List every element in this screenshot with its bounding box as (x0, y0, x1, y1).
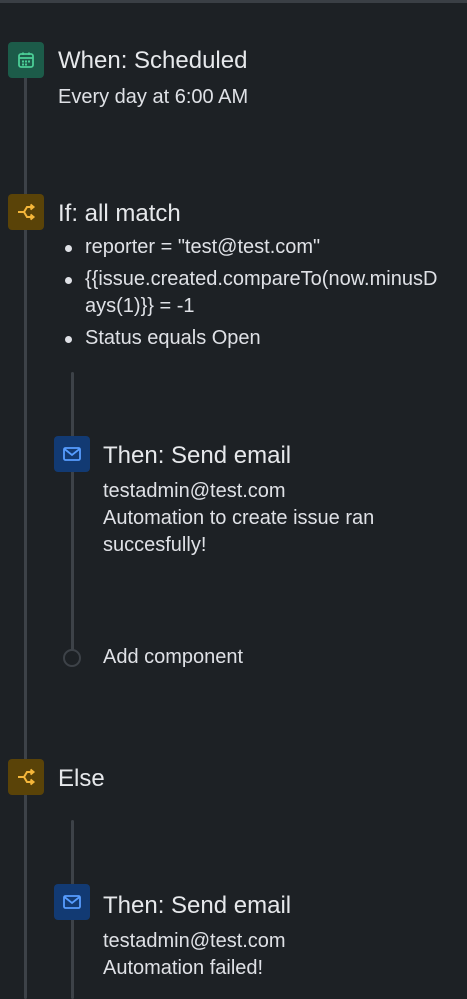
branch-icon[interactable] (8, 759, 44, 795)
if-action-message: Automation to create issue ran succesful… (103, 507, 375, 556)
trigger-title[interactable]: When: Scheduled (58, 47, 247, 75)
else-action-message: Automation failed! (103, 957, 264, 979)
if-branch-connector-line (71, 372, 74, 657)
condition-item: Status equals Open (64, 325, 444, 352)
condition-item: {{issue.created.compareTo(now.minusDays(… (64, 266, 444, 320)
mail-icon[interactable] (54, 884, 90, 920)
add-component-dot-icon[interactable] (63, 649, 81, 667)
add-component-button[interactable]: Add component (103, 644, 243, 671)
else-title[interactable]: Else (58, 765, 105, 793)
trigger-schedule: Every day at 6:00 AM (58, 86, 249, 108)
top-border (0, 0, 467, 3)
else-action-recipient: testadmin@test.com (103, 930, 286, 952)
else-action-title[interactable]: Then: Send email (103, 892, 291, 920)
branch-icon[interactable] (8, 194, 44, 230)
if-action-recipient: testadmin@test.com (103, 480, 286, 502)
condition-list: reporter = "test@test.com" {{issue.creat… (64, 234, 444, 357)
mail-icon[interactable] (54, 436, 90, 472)
condition-item: reporter = "test@test.com" (64, 234, 444, 261)
calendar-icon[interactable] (8, 42, 44, 78)
condition-title[interactable]: If: all match (58, 200, 181, 228)
if-action-title[interactable]: Then: Send email (103, 442, 291, 470)
